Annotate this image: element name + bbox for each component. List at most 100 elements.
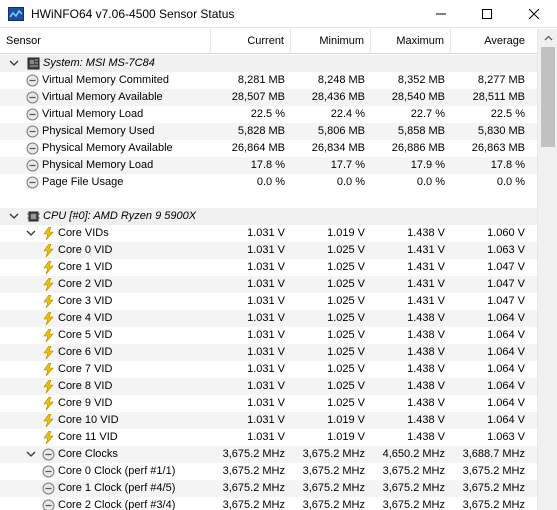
- maximum-value: 22.7 %: [410, 108, 445, 120]
- average-value: 8,277 MB: [477, 74, 525, 86]
- sensor-label: Core 0 Clock (perf #1/1): [58, 465, 176, 477]
- column-header-current[interactable]: Current: [211, 29, 291, 54]
- minimum-value: 28,436 MB: [311, 91, 365, 103]
- chevron-down-icon[interactable]: [9, 212, 19, 220]
- group-spacer: [0, 191, 537, 208]
- table-row[interactable]: Core 5 VID 1.031 V 1.025 V 1.438 V 1.064…: [0, 327, 537, 344]
- lightning-bolt-icon: [43, 312, 54, 325]
- vertical-scrollbar[interactable]: [537, 29, 557, 510]
- group-title: System: MSI MS-7C84: [43, 57, 155, 69]
- maximum-value: 1.438 V: [407, 414, 445, 426]
- minimum-value: 1.019 V: [327, 431, 365, 443]
- gauge-icon: [26, 108, 39, 121]
- current-value: 3,675.2 MHz: [222, 499, 285, 510]
- table-row[interactable]: Core VIDs 1.031 V 1.019 V 1.438 V 1.060 …: [0, 225, 537, 242]
- minimum-value: 1.025 V: [327, 380, 365, 392]
- sensor-label: Core 5 VID: [58, 329, 113, 341]
- current-value: 1.031 V: [247, 295, 285, 307]
- maximum-value: 3,675.2 MHz: [382, 499, 445, 510]
- sensor-label: Core 11 VID: [58, 431, 118, 443]
- current-value: 1.031 V: [247, 312, 285, 324]
- average-value: 1.064 V: [487, 380, 525, 392]
- table-row[interactable]: Core 3 VID 1.031 V 1.025 V 1.431 V 1.047…: [0, 293, 537, 310]
- table-row[interactable]: Core 10 VID 1.031 V 1.019 V 1.438 V 1.06…: [0, 412, 537, 429]
- minimum-value: 1.025 V: [327, 278, 365, 290]
- column-header-sensor[interactable]: Sensor: [0, 29, 211, 54]
- table-row[interactable]: Physical Memory Available 26,864 MB 26,8…: [0, 140, 537, 157]
- table-row[interactable]: Physical Memory Used 5,828 MB 5,806 MB 5…: [0, 123, 537, 140]
- column-header-maximum[interactable]: Maximum: [371, 29, 451, 54]
- chevron-down-icon[interactable]: [9, 59, 19, 67]
- lightning-bolt-icon: [43, 397, 54, 410]
- sensor-label: Core Clocks: [58, 448, 118, 460]
- average-value: 1.060 V: [487, 227, 525, 239]
- current-value: 3,675.2 MHz: [222, 448, 285, 460]
- sensor-label: Virtual Memory Available: [42, 91, 163, 103]
- table-row[interactable]: Core 4 VID 1.031 V 1.025 V 1.438 V 1.064…: [0, 310, 537, 327]
- minimum-value: 1.025 V: [327, 244, 365, 256]
- minimum-value: 3,675.2 MHz: [302, 465, 365, 477]
- column-header-average[interactable]: Average: [451, 29, 531, 54]
- minimum-value: 1.025 V: [327, 397, 365, 409]
- maximum-value: 5,858 MB: [397, 125, 445, 137]
- scroll-up-button[interactable]: [538, 29, 557, 46]
- maximum-value: 1.438 V: [407, 346, 445, 358]
- maximum-value: 3,675.2 MHz: [382, 465, 445, 477]
- chevron-down-icon[interactable]: [26, 229, 36, 237]
- minimize-button[interactable]: [418, 0, 464, 28]
- chevron-down-icon[interactable]: [26, 450, 36, 458]
- table-row[interactable]: Core 0 VID 1.031 V 1.025 V 1.431 V 1.063…: [0, 242, 537, 259]
- gauge-icon: [26, 125, 39, 138]
- table-row[interactable]: Core 2 VID 1.031 V 1.025 V 1.431 V 1.047…: [0, 276, 537, 293]
- table-row[interactable]: Core 11 VID 1.031 V 1.019 V 1.438 V 1.06…: [0, 429, 537, 446]
- gauge-icon: [26, 159, 39, 172]
- close-button[interactable]: [511, 0, 557, 28]
- table-row[interactable]: Page File Usage 0.0 % 0.0 % 0.0 % 0.0 %: [0, 174, 537, 191]
- lightning-bolt-icon: [43, 363, 54, 376]
- sensor-status-icon: [8, 7, 24, 21]
- motherboard-icon: [27, 57, 40, 70]
- average-value: 3,688.7 MHz: [462, 448, 525, 460]
- lightning-bolt-icon: [43, 346, 54, 359]
- table-row[interactable]: Virtual Memory Load 22.5 % 22.4 % 22.7 %…: [0, 106, 537, 123]
- sensor-group-cpu[interactable]: CPU [#0]: AMD Ryzen 9 5900X: [0, 208, 537, 225]
- table-row[interactable]: Core 8 VID 1.031 V 1.025 V 1.438 V 1.064…: [0, 378, 537, 395]
- table-row[interactable]: Core 2 Clock (perf #3/4) 3,675.2 MHz 3,6…: [0, 497, 537, 510]
- minimum-value: 0.0 %: [336, 176, 365, 188]
- sensor-label: Core 0 VID: [58, 244, 113, 256]
- current-value: 22.5 %: [250, 108, 285, 120]
- minimum-value: 1.019 V: [327, 414, 365, 426]
- table-row[interactable]: Core 0 Clock (perf #1/1) 3,675.2 MHz 3,6…: [0, 463, 537, 480]
- gauge-icon: [26, 74, 39, 87]
- maximum-value: 17.9 %: [410, 159, 445, 171]
- scroll-thumb[interactable]: [541, 47, 555, 147]
- table-row[interactable]: Virtual Memory Available 28,507 MB 28,43…: [0, 89, 537, 106]
- sensor-label: Core 1 VID: [58, 261, 113, 273]
- current-value: 26,864 MB: [231, 142, 285, 154]
- minimum-value: 5,806 MB: [317, 125, 365, 137]
- table-row[interactable]: Core 9 VID 1.031 V 1.025 V 1.438 V 1.064…: [0, 395, 537, 412]
- maximum-value: 4,650.2 MHz: [382, 448, 445, 460]
- maximum-value: 0.0 %: [416, 176, 445, 188]
- minimum-value: 3,675.2 MHz: [302, 482, 365, 494]
- sensor-label: Core 9 VID: [58, 397, 113, 409]
- lightning-bolt-icon: [43, 431, 54, 444]
- table-row[interactable]: Core 6 VID 1.031 V 1.025 V 1.438 V 1.064…: [0, 344, 537, 361]
- table-row[interactable]: Physical Memory Load 17.8 % 17.7 % 17.9 …: [0, 157, 537, 174]
- sensor-label: Physical Memory Used: [42, 125, 155, 137]
- table-row[interactable]: Core 7 VID 1.031 V 1.025 V 1.438 V 1.064…: [0, 361, 537, 378]
- column-header-minimum[interactable]: Minimum: [291, 29, 371, 54]
- minimum-value: 1.025 V: [327, 312, 365, 324]
- sensor-group-system[interactable]: System: MSI MS-7C84: [0, 55, 537, 72]
- minimum-value: 3,675.2 MHz: [302, 448, 365, 460]
- table-row[interactable]: Core Clocks 3,675.2 MHz 3,675.2 MHz 4,65…: [0, 446, 537, 463]
- maximum-value: 1.438 V: [407, 227, 445, 239]
- current-value: 1.031 V: [247, 414, 285, 426]
- maximize-button[interactable]: [464, 0, 510, 28]
- table-row[interactable]: Core 1 VID 1.031 V 1.025 V 1.431 V 1.047…: [0, 259, 537, 276]
- lightning-bolt-icon: [43, 261, 54, 274]
- maximum-value: 8,352 MB: [397, 74, 445, 86]
- sensor-label: Virtual Memory Commited: [42, 74, 169, 86]
- table-row[interactable]: Core 1 Clock (perf #4/5) 3,675.2 MHz 3,6…: [0, 480, 537, 497]
- table-row[interactable]: Virtual Memory Commited 8,281 MB 8,248 M…: [0, 72, 537, 89]
